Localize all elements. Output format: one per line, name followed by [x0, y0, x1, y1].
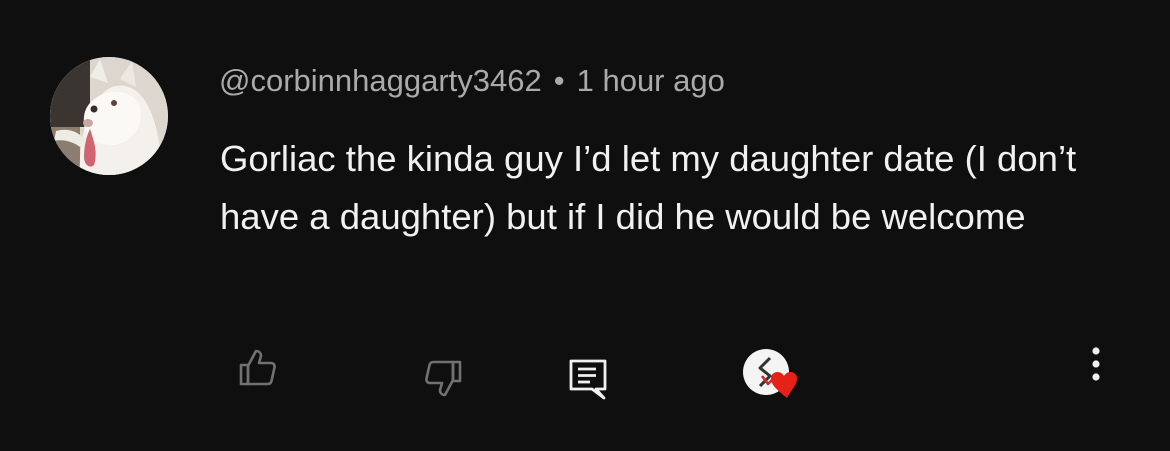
- reply-button[interactable]: [566, 356, 610, 402]
- thumbs-down-icon: [425, 360, 462, 397]
- comment-card: @corbinnhaggarty3462 • 1 hour ago Gorliac …: [0, 0, 1170, 451]
- more-vertical-icon: [1092, 347, 1100, 381]
- creator-heart-badge: [740, 346, 808, 404]
- avatar[interactable]: [50, 57, 168, 175]
- dislike-button[interactable]: [420, 358, 466, 404]
- like-button[interactable]: [236, 346, 278, 388]
- meta-separator: •: [553, 63, 565, 98]
- comment-timestamp[interactable]: 1 hour ago: [577, 63, 725, 98]
- comment-reply-icon: [569, 359, 607, 400]
- thumbs-up-icon: [239, 349, 276, 386]
- more-actions-button[interactable]: [1082, 344, 1110, 386]
- creator-heart-icon: [743, 349, 797, 398]
- comment-meta: @corbinnhaggarty3462 • 1 hour ago: [219, 61, 725, 101]
- comment-text: Gorliac the kinda guy I’d let my daughte…: [220, 138, 1077, 237]
- author-handle[interactable]: @corbinnhaggarty3462: [219, 63, 542, 98]
- dog-avatar-image: [50, 57, 168, 175]
